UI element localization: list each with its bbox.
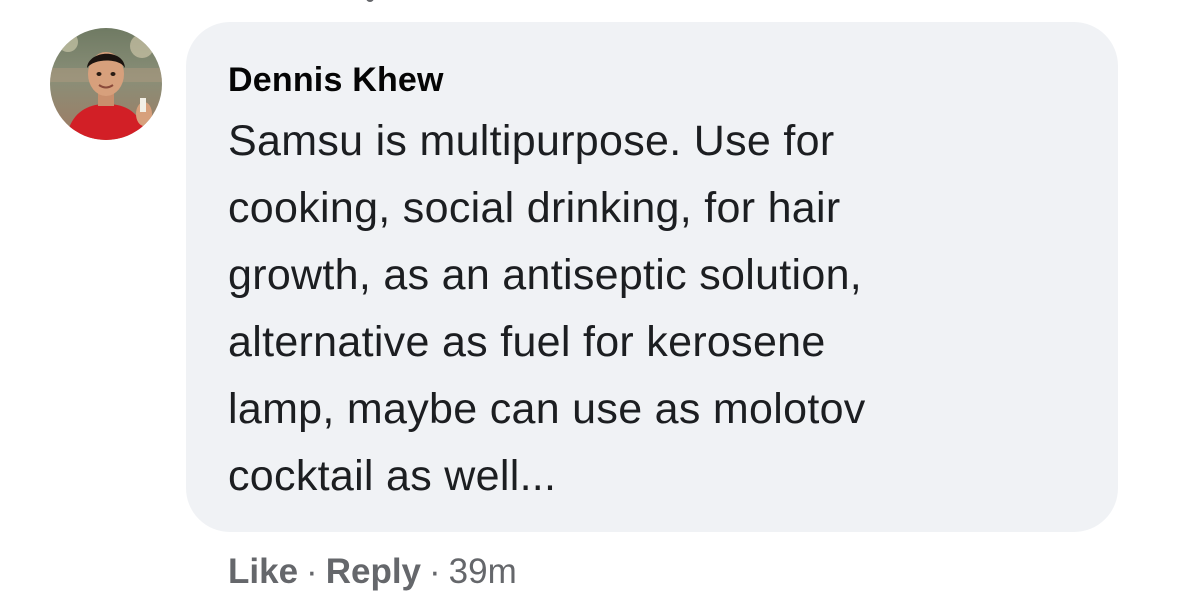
comment-text-line: cocktail as well... [228,452,557,500]
avatar[interactable] [50,28,162,140]
comment-bubble: Dennis Khew Samsu is multipurpose. Use f… [186,22,1118,532]
comment-text: Samsu is multipurpose. Use for cooking, … [228,108,1028,510]
comment-actions: Like · Reply · 39m [228,546,517,598]
comment-timestamp[interactable]: 39m [449,552,517,592]
separator-dot [366,0,374,2]
reply-button[interactable]: Reply [326,552,421,592]
comment-text-line: alternative as fuel for kerosene [228,318,826,366]
like-button[interactable]: Like [228,552,298,592]
previous-comment-actions-cutoff [330,0,420,4]
separator: · [429,552,441,591]
comment-author[interactable]: Dennis Khew [228,58,1078,102]
comment-thread: Dennis Khew Samsu is multipurpose. Use f… [0,0,1200,605]
user-photo-avatar-icon [50,28,162,140]
comment-text-line: lamp, maybe can use as molotov [228,385,866,433]
separator: · [306,552,318,591]
comment-text-line: Samsu is multipurpose. Use for [228,117,835,165]
comment-text-line: growth, as an antiseptic solution, [228,251,863,299]
comment-text-line: cooking, social drinking, for hair [228,184,841,232]
